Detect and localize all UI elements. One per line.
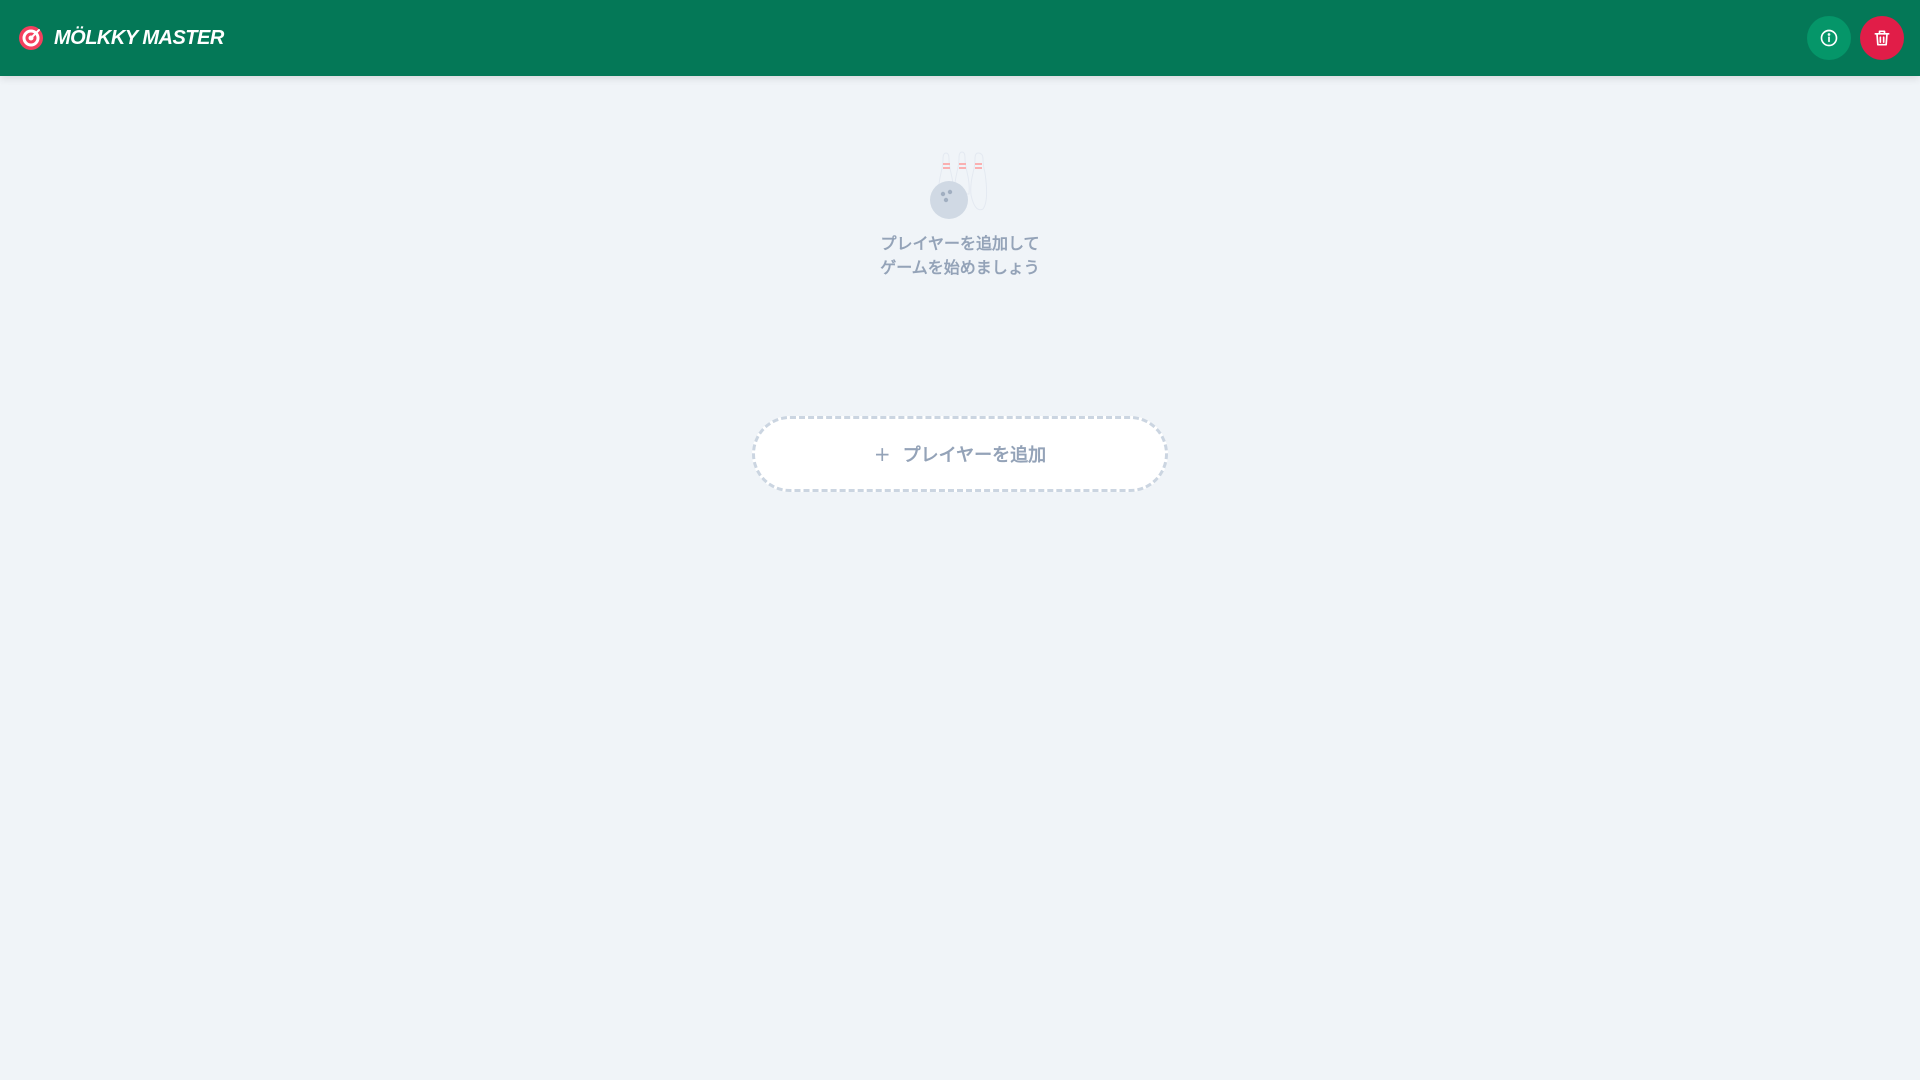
empty-state-line-1: プレイヤーを追加して	[880, 234, 1040, 253]
bowling-icon	[930, 151, 988, 219]
trash-icon	[1874, 30, 1890, 46]
app-header: MÖLKKY MASTER	[0, 0, 1920, 76]
add-player-button[interactable]: + プレイヤーを追加	[752, 416, 1168, 492]
info-icon	[1820, 29, 1838, 47]
empty-state: プレイヤーを追加して ゲームを始めましょう	[0, 150, 1920, 280]
app-title: MÖLKKY MASTER	[54, 26, 224, 49]
plus-icon: +	[873, 442, 891, 466]
target-icon	[19, 26, 43, 50]
add-player-label: プレイヤーを追加	[902, 445, 1047, 466]
empty-state-message: プレイヤーを追加して ゲームを始めましょう	[880, 232, 1040, 280]
brand: MÖLKKY MASTER	[18, 25, 224, 51]
reset-button[interactable]	[1860, 16, 1904, 60]
header-actions	[1807, 16, 1904, 60]
empty-state-line-2: ゲームを始めましょう	[880, 258, 1040, 277]
info-button[interactable]	[1807, 16, 1851, 60]
